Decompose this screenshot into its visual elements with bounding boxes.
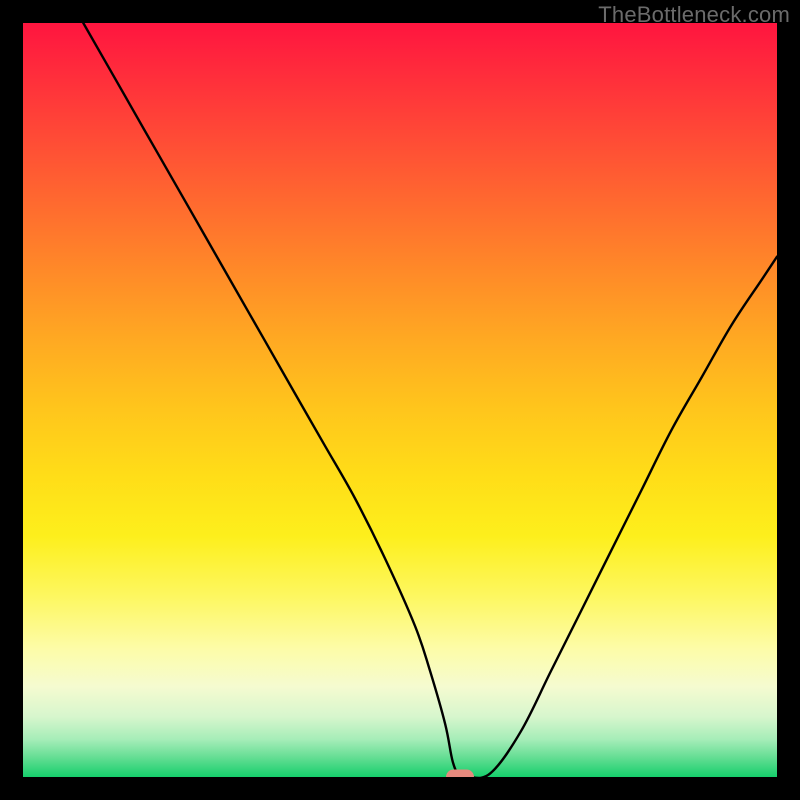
chart-frame: TheBottleneck.com bbox=[0, 0, 800, 800]
watermark-text: TheBottleneck.com bbox=[598, 2, 790, 28]
optimum-marker bbox=[446, 770, 474, 778]
plot-area bbox=[23, 23, 777, 777]
bottleneck-curve bbox=[23, 23, 777, 777]
